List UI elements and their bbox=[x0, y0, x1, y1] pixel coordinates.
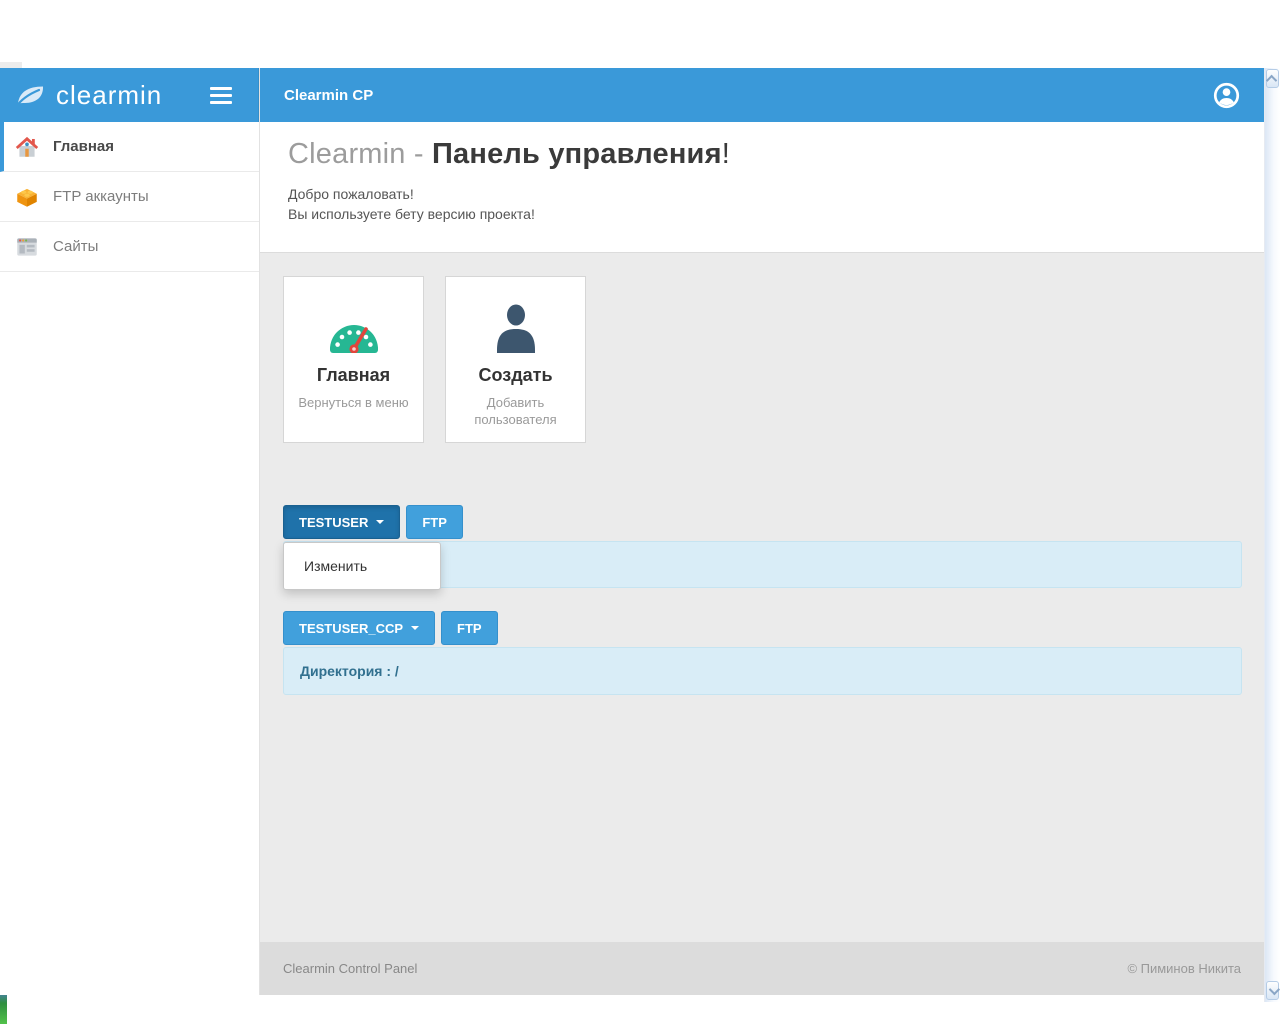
testuser-ccp-dropdown-button[interactable]: TESTUSER_CCP bbox=[283, 611, 435, 645]
page-title: Clearmin - Панель управления! bbox=[288, 138, 1264, 171]
browser-icon bbox=[14, 234, 40, 260]
welcome-line-2: Вы используете бету версию проекта! bbox=[288, 204, 1264, 224]
shortcut-cards: Главная Вернуться в меню Создать Добавит… bbox=[283, 276, 586, 443]
chevron-down-icon bbox=[376, 520, 384, 524]
testuser-ftp-button[interactable]: FTP bbox=[406, 505, 463, 539]
sidebar-item-label: Главная bbox=[53, 138, 114, 155]
taskbar-artifact bbox=[0, 992, 7, 1024]
footer-left-text: Clearmin Control Panel bbox=[283, 961, 417, 976]
account-row-testuser-ccp: TESTUSER_CCP FTP bbox=[283, 611, 498, 645]
card-subtitle: Добавить пользователя bbox=[456, 394, 575, 428]
footer-copyright: © Пиминов Никита bbox=[1127, 961, 1241, 976]
menu-item-edit[interactable]: Изменить bbox=[284, 548, 440, 584]
card-subtitle: Вернуться в меню bbox=[294, 394, 413, 411]
brand-name: clearmin bbox=[56, 80, 162, 111]
sidebar-toggle-button[interactable] bbox=[206, 83, 236, 108]
add-user-icon bbox=[446, 301, 585, 353]
directory-label: Директория : / bbox=[300, 663, 399, 679]
footer: Clearmin Control Panel © Пиминов Никита bbox=[260, 942, 1264, 995]
account-row-testuser: TESTUSER FTP bbox=[283, 505, 463, 539]
welcome-line-1: Добро пожаловать! bbox=[288, 184, 1264, 204]
topbar: Clearmin CP bbox=[260, 68, 1264, 122]
topbar-title: Clearmin CP bbox=[284, 87, 373, 104]
scroll-down-button[interactable] bbox=[1266, 981, 1279, 1000]
testuser-dropdown-menu: Изменить bbox=[283, 542, 441, 590]
home-icon bbox=[14, 134, 40, 160]
sidebar-nav: Главная FTP аккаунты bbox=[0, 122, 259, 272]
testuser-ccp-ftp-button[interactable]: FTP bbox=[441, 611, 498, 645]
chevron-down-icon bbox=[1268, 983, 1279, 994]
account-circle-icon bbox=[1213, 97, 1240, 112]
menu-icon bbox=[210, 87, 232, 90]
card-home[interactable]: Главная Вернуться в меню bbox=[283, 276, 424, 443]
screen: { "brand": { "logo_text": "clearmin" }, … bbox=[0, 0, 1280, 1024]
card-title: Создать bbox=[446, 365, 585, 386]
sidebar: clearmin Главная bbox=[0, 68, 260, 995]
card-title: Главная bbox=[284, 365, 423, 386]
sidebar-item-ftp-accounts[interactable]: FTP аккаунты bbox=[0, 172, 259, 222]
chevron-down-icon bbox=[411, 626, 419, 630]
scroll-up-button[interactable] bbox=[1266, 69, 1279, 88]
info-panel-testuser-ccp: Директория : / bbox=[283, 647, 1242, 695]
sidebar-item-home[interactable]: Главная bbox=[0, 122, 259, 172]
sidebar-item-label: Сайты bbox=[53, 238, 98, 255]
app-window: clearmin Главная bbox=[0, 68, 1264, 995]
leaf-logo-icon bbox=[13, 82, 47, 109]
main-content: Главная Вернуться в меню Создать Добавит… bbox=[260, 253, 1264, 942]
vertical-scrollbar[interactable] bbox=[1264, 68, 1280, 1002]
testuser-dropdown-button[interactable]: TESTUSER bbox=[283, 505, 400, 539]
sidebar-item-sites[interactable]: Сайты bbox=[0, 222, 259, 272]
user-menu-button[interactable] bbox=[1213, 82, 1240, 109]
sidebar-item-label: FTP аккаунты bbox=[53, 188, 149, 205]
card-create-user[interactable]: Создать Добавить пользователя bbox=[445, 276, 586, 443]
gauge-icon bbox=[284, 301, 423, 353]
bricks-icon bbox=[14, 184, 40, 210]
page-header: Clearmin - Панель управления! Добро пожа… bbox=[260, 122, 1264, 253]
chevron-up-icon bbox=[1265, 74, 1276, 85]
brand: clearmin bbox=[0, 68, 259, 122]
